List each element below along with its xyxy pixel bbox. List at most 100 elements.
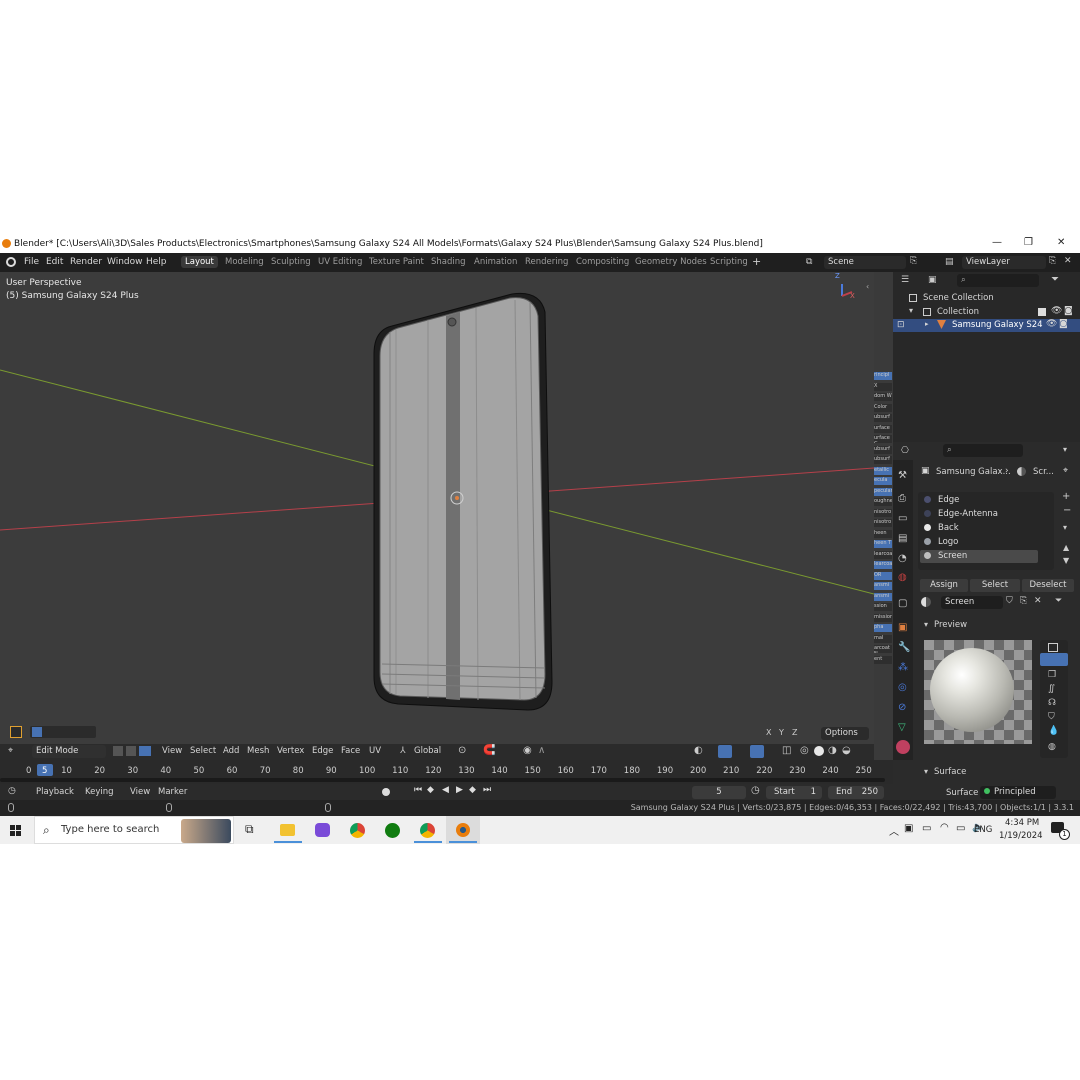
chevron-down-icon[interactable]: ▾ bbox=[1063, 445, 1067, 454]
next-keyframe-icon[interactable]: ◆ bbox=[469, 785, 476, 795]
material-slot-selected[interactable]: Screen bbox=[920, 550, 1038, 563]
start-frame-field[interactable]: Start 1 bbox=[766, 786, 822, 799]
tab-sculpting[interactable]: Sculpting bbox=[271, 257, 311, 267]
material-shading-icon[interactable]: ◑ bbox=[828, 745, 837, 756]
z-mirror-toggle[interactable]: Z bbox=[792, 728, 797, 737]
jump-start-icon[interactable]: ⏮ bbox=[414, 785, 422, 795]
sidebar-toggle-icon[interactable]: ‹ bbox=[866, 282, 869, 291]
menu-edge[interactable]: Edge bbox=[312, 746, 333, 756]
wireframe-shading-icon[interactable]: ◎ bbox=[800, 745, 809, 756]
material-slot[interactable]: Edge bbox=[920, 494, 1038, 507]
monkey-preview-icon[interactable]: ☊ bbox=[1048, 698, 1056, 708]
add-workspace-button[interactable]: + bbox=[752, 255, 761, 268]
eye-icon[interactable]: 👁 bbox=[1051, 306, 1062, 316]
output-tab-icon[interactable]: ▭ bbox=[898, 513, 907, 524]
language-indicator[interactable]: ENG bbox=[974, 825, 992, 835]
properties-type-icon[interactable]: ⎔ bbox=[901, 446, 909, 456]
view-layer-selector[interactable]: ViewLayer bbox=[962, 256, 1046, 269]
constraints-tab-icon[interactable]: ⊘ bbox=[898, 702, 906, 713]
world-preview-icon[interactable]: ◍ bbox=[1048, 742, 1056, 752]
modifier-tab-icon[interactable]: 🔧 bbox=[898, 642, 910, 653]
solid-shading-icon[interactable] bbox=[814, 746, 824, 756]
blender-menu-icon[interactable] bbox=[6, 257, 16, 267]
deselect-button[interactable]: Deselect bbox=[1022, 579, 1074, 592]
chrome-icon[interactable] bbox=[350, 823, 365, 838]
outliner-row-samsung[interactable]: ⊡ ▸ Samsung Galaxy S24 👁 ◙ bbox=[893, 319, 1080, 332]
edit-mode-icon[interactable]: ⊡ bbox=[897, 320, 905, 330]
gizmo-z-label[interactable]: Z bbox=[835, 272, 840, 280]
menu-marker[interactable]: Marker bbox=[158, 787, 187, 797]
current-frame-field[interactable]: 5 bbox=[692, 786, 746, 799]
sphere-preview-icon[interactable] bbox=[1040, 653, 1068, 666]
tab-geometry-nodes[interactable]: Geometry Nodes bbox=[635, 257, 707, 267]
chrome-profile-icon[interactable] bbox=[420, 823, 435, 838]
visibility-icon[interactable]: ◐ bbox=[694, 745, 703, 756]
minimize-button[interactable]: — bbox=[992, 237, 1002, 248]
end-frame-field[interactable]: End 250 bbox=[828, 786, 884, 799]
overlays-toggle-icon[interactable] bbox=[750, 745, 764, 758]
camera-icon[interactable]: ◙ bbox=[1064, 306, 1073, 316]
clock-time[interactable]: 4:34 PM bbox=[1005, 818, 1039, 828]
maximize-button[interactable]: ❐ bbox=[1024, 237, 1033, 248]
menu-view[interactable]: View bbox=[162, 746, 182, 756]
expand-arrow-icon[interactable]: ▸ bbox=[925, 320, 929, 328]
tab-rendering[interactable]: Rendering bbox=[525, 257, 568, 267]
menu-keying[interactable]: Keying bbox=[85, 787, 114, 797]
physics-tab-icon[interactable]: ◎ bbox=[898, 682, 907, 693]
material-name-field[interactable]: Screen bbox=[941, 596, 1003, 609]
menu-uv[interactable]: UV bbox=[369, 746, 381, 756]
taskbar-search-box[interactable]: ⌕ Type here to search bbox=[34, 816, 234, 844]
pivot-icon[interactable]: ⊙ bbox=[458, 745, 466, 756]
assign-button[interactable]: Assign bbox=[920, 579, 968, 592]
file-explorer-icon[interactable] bbox=[280, 824, 295, 836]
remove-view-layer-icon[interactable]: ✕ bbox=[1064, 256, 1072, 266]
data-tab-icon[interactable]: ▽ bbox=[898, 722, 906, 733]
menu-vertex[interactable]: Vertex bbox=[277, 746, 304, 756]
unlink-material-icon[interactable]: ✕ bbox=[1034, 596, 1042, 606]
tray-chevron-icon[interactable]: ︿ bbox=[889, 823, 899, 838]
tab-layout[interactable]: Layout bbox=[181, 256, 218, 268]
material-slot[interactable]: Edge-Antenna bbox=[920, 508, 1038, 521]
menu-help[interactable]: Help bbox=[146, 257, 167, 267]
record-icon[interactable] bbox=[382, 788, 390, 796]
expand-arrow-icon[interactable]: ▾ bbox=[909, 306, 913, 315]
3d-viewport[interactable]: User Perspective (5) Samsung Galaxy S24 … bbox=[0, 272, 874, 744]
proportional-edit-icon[interactable]: ◉ bbox=[523, 745, 532, 756]
select-box-icon[interactable] bbox=[32, 727, 42, 737]
menu-playback[interactable]: Playback bbox=[36, 787, 74, 797]
clock-date[interactable]: 1/19/2024 bbox=[999, 831, 1043, 841]
timeline-scrollbar[interactable] bbox=[0, 778, 885, 782]
wifi-icon[interactable]: ◠ bbox=[940, 822, 949, 833]
move-down-icon[interactable]: ▼ bbox=[1063, 556, 1069, 565]
outliner-type-icon[interactable]: ☰ bbox=[901, 275, 909, 285]
scene-selector[interactable]: Scene bbox=[824, 256, 906, 269]
menu-add[interactable]: Add bbox=[223, 746, 239, 756]
preview-expand-icon[interactable]: ▾ bbox=[924, 620, 928, 629]
material-slot[interactable]: Logo bbox=[920, 536, 1038, 549]
camera-icon[interactable]: ◙ bbox=[1059, 319, 1068, 329]
editor-type-icon[interactable]: ⌖ bbox=[8, 746, 13, 756]
browse-material-icon[interactable] bbox=[921, 597, 931, 607]
gizmo-toggle-icon[interactable] bbox=[718, 745, 732, 758]
pin-icon[interactable]: ⌖ bbox=[1063, 466, 1068, 476]
tab-scripting[interactable]: Scripting bbox=[710, 257, 748, 267]
prev-keyframe-icon[interactable]: ◆ bbox=[427, 785, 434, 795]
new-view-layer-icon[interactable]: ⎘ bbox=[1049, 256, 1056, 266]
filter-icon[interactable]: ⏷ bbox=[1051, 274, 1059, 285]
edge-select-icon[interactable] bbox=[126, 746, 136, 756]
play-icon[interactable]: ▶ bbox=[456, 785, 463, 795]
remove-slot-button[interactable]: − bbox=[1063, 505, 1071, 516]
object-tab-icon[interactable]: ▣ bbox=[898, 622, 907, 633]
fluid-preview-icon[interactable]: 💧 bbox=[1048, 726, 1059, 736]
y-mirror-toggle[interactable]: Y bbox=[779, 728, 784, 737]
move-up-icon[interactable]: ▲ bbox=[1063, 543, 1069, 552]
properties-search-input[interactable]: ⌕ bbox=[943, 444, 1023, 457]
tab-compositing[interactable]: Compositing bbox=[576, 257, 629, 267]
tray-display-icon[interactable]: ▭ bbox=[922, 823, 931, 834]
fake-user-icon[interactable]: ⛉ bbox=[1006, 596, 1013, 606]
tab-texture-paint[interactable]: Texture Paint bbox=[369, 257, 424, 267]
timeline-editor-icon[interactable]: ◷ bbox=[8, 786, 16, 796]
menu-face[interactable]: Face bbox=[341, 746, 360, 756]
menu-edit[interactable]: Edit bbox=[46, 257, 63, 267]
falloff-icon[interactable]: ∧ bbox=[538, 745, 545, 756]
